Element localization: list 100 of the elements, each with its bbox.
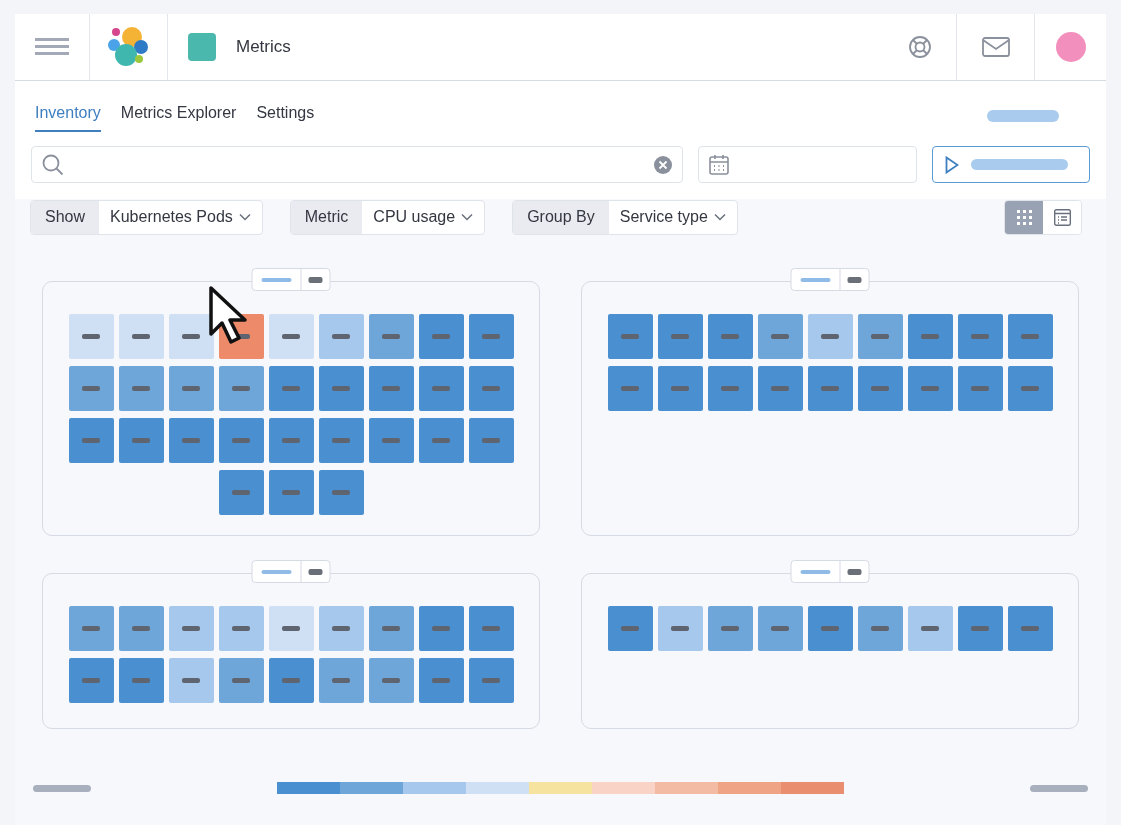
node-tile[interactable] [607, 606, 653, 651]
node-tile[interactable] [468, 314, 514, 359]
node-tile[interactable] [318, 314, 364, 359]
node-tile[interactable] [757, 606, 803, 651]
node-tile[interactable] [418, 418, 464, 463]
node-tile[interactable] [68, 366, 114, 411]
node-tile[interactable] [368, 314, 414, 359]
help-icon[interactable] [908, 35, 932, 59]
clear-icon[interactable] [653, 155, 672, 174]
node-tile[interactable] [1007, 366, 1053, 411]
node-tile[interactable] [657, 366, 703, 411]
filter-dropdown[interactable]: Group By Service type [512, 199, 738, 235]
node-tile[interactable] [218, 366, 264, 411]
scroll-handle[interactable] [33, 784, 91, 792]
node-tile[interactable] [118, 314, 164, 359]
node-tile[interactable] [168, 418, 214, 463]
search-icon [42, 153, 64, 176]
node-tile[interactable] [168, 658, 214, 703]
node-tile[interactable] [907, 606, 953, 651]
node-tile[interactable] [218, 606, 264, 651]
node-tile[interactable] [118, 658, 164, 703]
node-tile[interactable] [807, 366, 853, 411]
calendar-icon [708, 154, 729, 175]
node-tile[interactable] [118, 366, 164, 411]
node-tile[interactable] [957, 366, 1003, 411]
node-tile[interactable] [857, 606, 903, 651]
filter-dropdown[interactable]: Show Kubernetes Pods [30, 199, 263, 235]
logo-icon[interactable] [107, 27, 150, 67]
node-tile[interactable] [68, 418, 114, 463]
grid-view-button[interactable] [1005, 200, 1043, 234]
node-tile[interactable] [418, 658, 464, 703]
group-label[interactable] [790, 268, 870, 291]
node-tile[interactable] [218, 658, 264, 703]
chevron-icon [461, 213, 474, 221]
node-tile[interactable] [368, 658, 414, 703]
node-tile[interactable] [418, 314, 464, 359]
node-tile[interactable] [268, 470, 314, 515]
run-button[interactable] [931, 146, 1090, 183]
node-tile[interactable] [468, 606, 514, 651]
node-tile[interactable] [657, 606, 703, 651]
node-tile[interactable] [907, 366, 953, 411]
search-field[interactable] [31, 146, 683, 183]
node-tile[interactable] [418, 606, 464, 651]
tab[interactable]: Settings [256, 100, 315, 132]
node-tile[interactable] [318, 470, 364, 515]
node-tile[interactable] [757, 366, 803, 411]
node-tile[interactable] [857, 314, 903, 359]
node-tile[interactable] [118, 606, 164, 651]
node-tile[interactable] [468, 418, 514, 463]
node-tile[interactable] [268, 366, 314, 411]
date-field[interactable] [697, 146, 917, 183]
scroll-handle[interactable] [1030, 784, 1088, 792]
node-tile[interactable] [607, 314, 653, 359]
node-tile[interactable] [268, 658, 314, 703]
node-tile[interactable] [707, 606, 753, 651]
node-tile[interactable] [368, 418, 414, 463]
node-tile[interactable] [268, 314, 314, 359]
node-tile[interactable] [268, 418, 314, 463]
node-tile[interactable] [468, 366, 514, 411]
node-tile[interactable] [957, 314, 1003, 359]
node-tile[interactable] [757, 314, 803, 359]
node-tile[interactable] [607, 366, 653, 411]
node-tile[interactable] [418, 366, 464, 411]
node-tile[interactable] [368, 606, 414, 651]
node-tile[interactable] [807, 606, 853, 651]
node-tile[interactable] [218, 470, 264, 515]
node-tile[interactable] [318, 418, 364, 463]
node-tile[interactable] [957, 606, 1003, 651]
node-tile[interactable] [318, 366, 364, 411]
node-tile[interactable] [657, 314, 703, 359]
node-tile[interactable] [468, 658, 514, 703]
node-tile[interactable] [707, 314, 753, 359]
group-label[interactable] [251, 560, 331, 583]
node-tile[interactable] [268, 606, 314, 651]
tab[interactable]: Metrics Explorer [120, 100, 237, 132]
group-label[interactable] [251, 268, 331, 291]
node-tile[interactable] [807, 314, 853, 359]
node-tile[interactable] [318, 606, 364, 651]
list-icon [1053, 208, 1071, 226]
node-tile[interactable] [218, 418, 264, 463]
node-tile[interactable] [907, 314, 953, 359]
tab[interactable]: Inventory [35, 100, 101, 132]
node-tile[interactable] [168, 606, 214, 651]
node-tile[interactable] [68, 314, 114, 359]
node-tile[interactable] [68, 658, 114, 703]
mail-icon[interactable] [981, 37, 1010, 57]
node-tile[interactable] [1007, 606, 1053, 651]
node-tile[interactable] [118, 418, 164, 463]
node-tile[interactable] [368, 366, 414, 411]
node-tile[interactable] [707, 366, 753, 411]
app-title: Metrics [236, 36, 291, 59]
node-tile[interactable] [168, 366, 214, 411]
group-label[interactable] [790, 560, 870, 583]
node-tile[interactable] [857, 366, 903, 411]
node-tile[interactable] [1007, 314, 1053, 359]
node-tile[interactable] [318, 658, 364, 703]
node-tile[interactable] [68, 606, 114, 651]
node-tile[interactable] [168, 314, 214, 359]
grid-icon [1015, 208, 1033, 226]
filter-dropdown[interactable]: Metric CPU usage [289, 199, 486, 235]
